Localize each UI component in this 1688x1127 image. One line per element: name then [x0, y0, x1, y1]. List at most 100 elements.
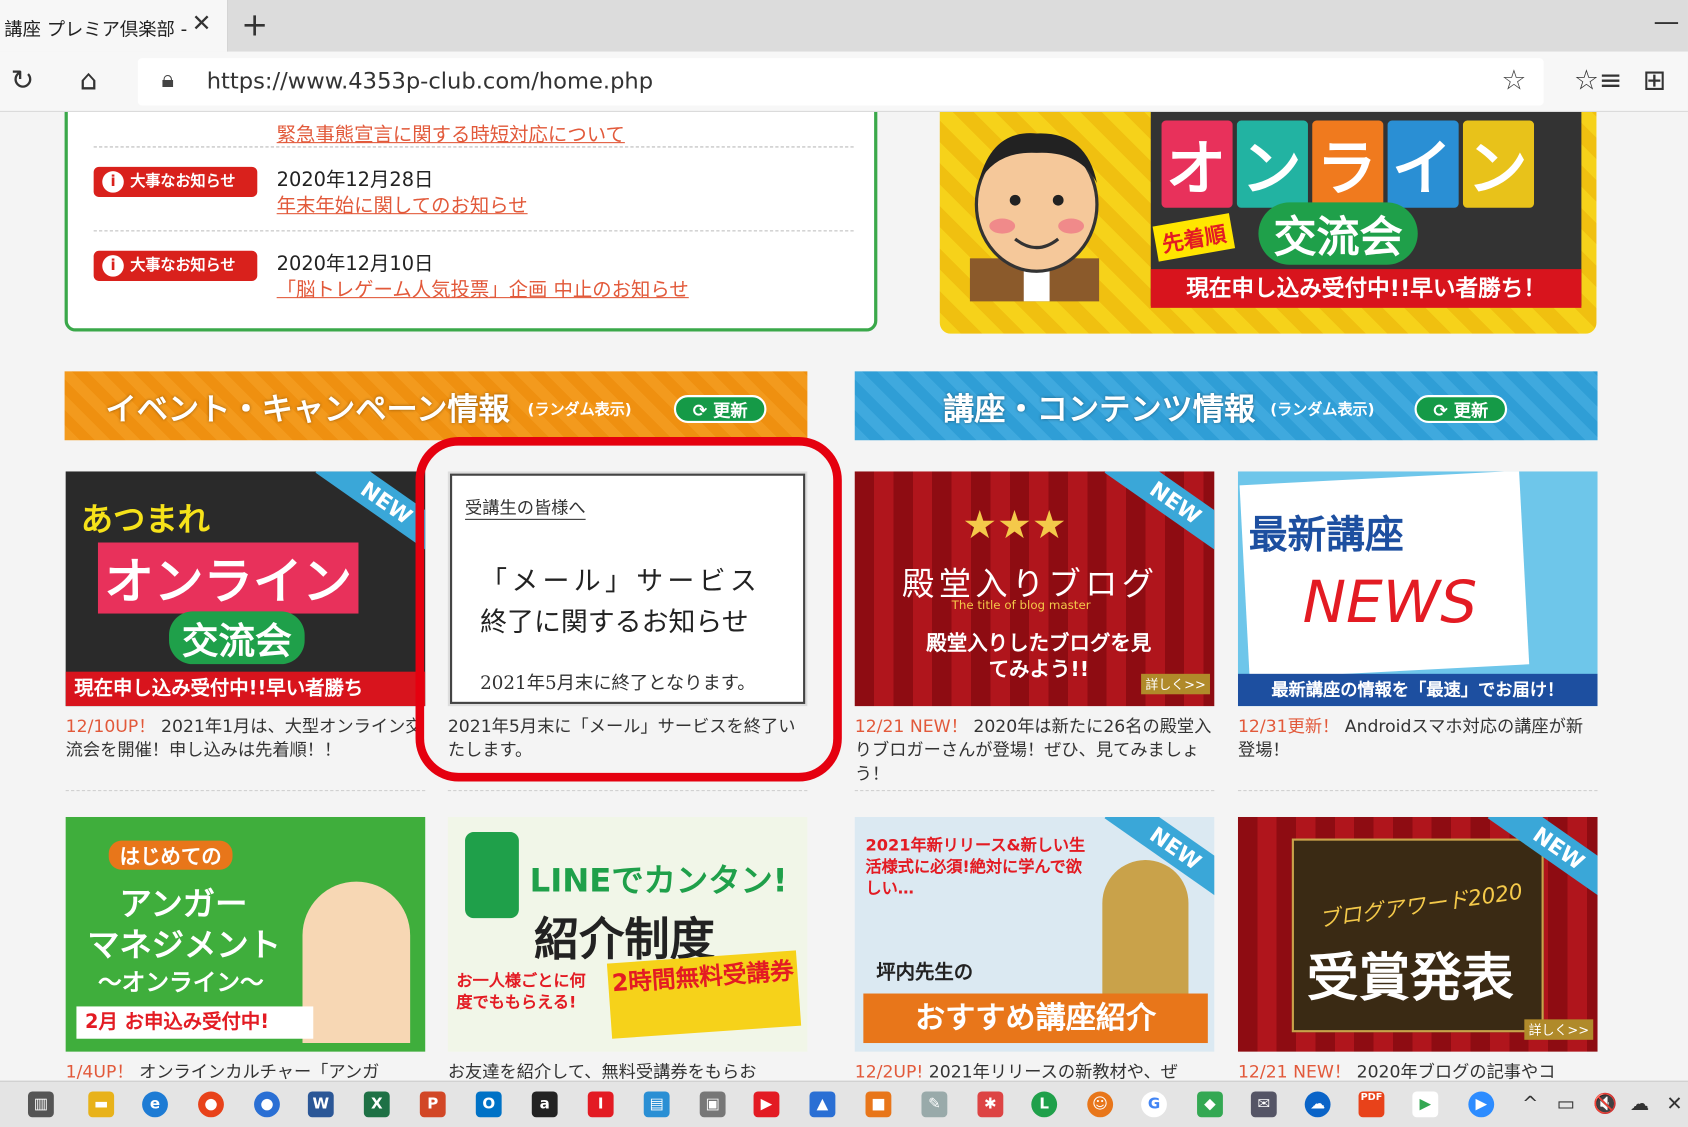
- banner-footer: 現在申し込み受付中!!早い者勝ち！: [1150, 269, 1582, 308]
- close-tab-icon[interactable]: ✕: [192, 11, 212, 38]
- random-label: (ランダム表示): [1270, 401, 1375, 419]
- news-link[interactable]: 緊急事態宣言に関する時短対応について: [277, 119, 625, 147]
- favorites-list-icon[interactable]: ☆≡: [1574, 65, 1623, 97]
- card-description[interactable]: 1/4UP！ オンラインカルチャー「アンガ: [66, 1060, 426, 1080]
- card-description[interactable]: 12/21 NEW！ 2020年ブログの記事やコ: [1238, 1060, 1598, 1080]
- excel-icon[interactable]: X: [363, 1091, 390, 1118]
- tab-bar: 講座 プレミア倶楽部 - ✕ + —: [0, 0, 1688, 52]
- important-badge: i 大事なお知らせ: [93, 250, 258, 281]
- random-label: (ランダム表示): [527, 401, 632, 419]
- pdf-icon[interactable]: PDF: [1358, 1091, 1385, 1118]
- card-description[interactable]: 12/2UP! 2021年リリースの新教材や、ぜ: [855, 1060, 1215, 1080]
- photos-icon[interactable]: ▲: [809, 1091, 836, 1118]
- news-row: i 大事なお知らせ 2020年12月10日 「脳トレゲーム人気投票」企画 中止のお…: [93, 231, 854, 315]
- cloud-icon[interactable]: ☁: [1630, 1093, 1649, 1116]
- news-row: i 大事なお知らせ 2020年12月28日 年末年始に関してのお知らせ: [93, 147, 854, 232]
- tray-expand-icon[interactable]: ^: [1522, 1093, 1538, 1116]
- collections-icon[interactable]: ⊞: [1643, 65, 1666, 97]
- favorite-star-icon[interactable]: ☆: [1501, 65, 1526, 97]
- card-description[interactable]: 12/21 NEW！ 2020年は新たに26名の殿堂入りブロガーさんが登場！ぜひ…: [855, 715, 1215, 786]
- file-explorer-icon[interactable]: ▬: [88, 1091, 115, 1118]
- minimize-icon[interactable]: —: [1654, 6, 1680, 36]
- update-button[interactable]: ⟳ 更新: [673, 395, 767, 424]
- taskbar: ▥ ▬ e ● ● W X P O a I ▤ ▣ ▶ ▲ ■ ✎ ✱ L ☺ …: [0, 1080, 1688, 1127]
- active-tab[interactable]: 講座 プレミア倶楽部 - ✕: [0, 0, 229, 52]
- maps-icon[interactable]: ◆: [1197, 1091, 1223, 1118]
- paint-icon[interactable]: ✎: [921, 1091, 948, 1118]
- events-section-header: イベント・キャンペーン情報 (ランダム表示) ⟳ 更新: [64, 371, 808, 441]
- powerpoint-icon[interactable]: P: [419, 1091, 446, 1118]
- card-line-referral[interactable]: LINEでカンタン! 紹介制度 お一人様ごとに何度でももらえる! 2時間無料受講…: [447, 816, 808, 1081]
- card-blog-award[interactable]: ブログアワード2020 受賞発表 詳しく>> NEW 12/21 NEW！ 20…: [1237, 816, 1598, 1081]
- zoom-icon[interactable]: ▶: [1468, 1091, 1495, 1118]
- card-image[interactable]: はじめての アンガー マネジメント 〜オンライン〜 2月 お申込み受付中!: [65, 816, 426, 1052]
- outlook-icon[interactable]: O: [475, 1091, 502, 1118]
- card-image[interactable]: ブログアワード2020 受賞発表 詳しく>> NEW: [1237, 816, 1598, 1052]
- courses-section-header: 講座・コンテンツ情報 (ランダム表示) ⟳ 更新: [854, 371, 1598, 441]
- card-hall-of-fame-blog[interactable]: ★★★ 殿堂入りブログ The title of blog master 殿堂入…: [854, 471, 1215, 792]
- online-meetup-banner[interactable]: オンライン 交流会 先着順 現在申し込み受付中!!早い者勝ち！: [939, 111, 1597, 334]
- divider: [1237, 790, 1598, 792]
- url-text[interactable]: https://www.4353p-club.com/home.php: [207, 68, 653, 94]
- divider: [447, 790, 808, 792]
- mascot-icon[interactable]: ☺: [1087, 1091, 1114, 1118]
- google-icon[interactable]: G: [1141, 1091, 1167, 1118]
- address-bar[interactable]: 🔒︎ https://www.4353p-club.com/home.php ☆: [137, 58, 1544, 106]
- card-image[interactable]: 最新講座 NEWS 最新講座の情報を「最速」でお届け！: [1237, 471, 1598, 707]
- section-title: 講座・コンテンツ情報: [943, 390, 1256, 428]
- news-link[interactable]: 年末年始に関してのお知らせ: [277, 191, 528, 219]
- divider: [854, 790, 1215, 792]
- card-image[interactable]: 2021年新リリース&新しい生活様式に必須!絶対に学んで欲しい… 坪内先生の お…: [854, 816, 1215, 1052]
- web-page: 緊急事態宣言に関する時短対応について i 大事なお知らせ 2020年12月28日 …: [0, 111, 1688, 1081]
- update-button[interactable]: ⟳ 更新: [1414, 395, 1508, 424]
- line-icon[interactable]: L: [1031, 1091, 1058, 1118]
- news-date: 2020年12月10日: [276, 252, 434, 276]
- play-store-icon[interactable]: ▶: [1412, 1091, 1439, 1118]
- youtube-icon[interactable]: ▶: [753, 1091, 780, 1118]
- task-view-icon[interactable]: ▥: [27, 1091, 54, 1118]
- news-icon[interactable]: ▤: [643, 1091, 670, 1118]
- section-title: イベント・キャンペーン情報: [105, 390, 510, 428]
- news-link[interactable]: 「脳トレゲーム人気投票」企画 中止のお知らせ: [277, 274, 689, 302]
- volume-icon[interactable]: 🔇: [1593, 1093, 1617, 1116]
- iris-icon[interactable]: I: [587, 1091, 614, 1118]
- onedrive-icon[interactable]: ☁: [1304, 1091, 1331, 1118]
- card-description[interactable]: お友達を紹介して、無料受講券をもらお: [448, 1060, 808, 1080]
- tab-title: 講座 プレミア倶楽部 -: [4, 19, 188, 41]
- teacher-illustration: [969, 133, 1100, 302]
- refresh-icon[interactable]: ↻: [11, 65, 34, 97]
- card-recommended-courses[interactable]: 2021年新リリース&新しい生活様式に必須!絶対に学んで欲しい… 坪内先生の お…: [854, 816, 1215, 1081]
- fan-icon[interactable]: ✱: [977, 1091, 1004, 1118]
- banner-panel: オンライン 交流会 先着順 現在申し込み受付中!!早い者勝ち！: [1150, 111, 1582, 308]
- card-image[interactable]: ★★★ 殿堂入りブログ The title of blog master 殿堂入…: [854, 471, 1215, 707]
- word-icon[interactable]: W: [307, 1091, 334, 1118]
- home-icon[interactable]: ⌂: [80, 65, 98, 97]
- news-box: 緊急事態宣言に関する時短対応について i 大事なお知らせ 2020年12月28日 …: [64, 111, 878, 332]
- lock-icon: 🔒︎: [161, 66, 175, 94]
- card-anger-management[interactable]: はじめての アンガー マネジメント 〜オンライン〜 2月 お申込み受付中! 1/…: [65, 816, 426, 1081]
- first-come-label: 先着順: [1152, 213, 1236, 262]
- notification-icon[interactable]: ✕: [1666, 1093, 1682, 1116]
- card-description[interactable]: 12/31更新！ Androidスマホ対応の講座が新登場！: [1238, 715, 1598, 762]
- browser-toolbar: ↻ ⌂ 🔒︎ https://www.4353p-club.com/home.p…: [0, 51, 1688, 112]
- card-description[interactable]: 12/10UP！ 2021年1月は、大型オンライン交流会を開催！申し込みは先着順…: [66, 715, 426, 762]
- new-tab-icon[interactable]: +: [241, 6, 268, 44]
- mail-tray-icon[interactable]: ✉: [1250, 1091, 1277, 1118]
- amazon-icon[interactable]: a: [531, 1091, 558, 1118]
- card-image[interactable]: あつまれ オンライン 交流会 現在申し込み受付中!!早い者勝ち NEW: [65, 471, 426, 707]
- computer-icon[interactable]: ▣: [699, 1091, 726, 1118]
- divider: [65, 790, 426, 792]
- info-icon: i: [102, 255, 124, 277]
- card-online-meetup[interactable]: あつまれ オンライン 交流会 現在申し込み受付中!!早い者勝ち NEW 12/1…: [65, 471, 426, 792]
- battery-icon[interactable]: ▭: [1557, 1093, 1575, 1116]
- banner-title: オンライン: [1161, 120, 1539, 208]
- paint3d-icon[interactable]: ■: [865, 1091, 892, 1118]
- card-latest-courses[interactable]: 最新講座 NEWS 最新講座の情報を「最速」でお届け！ 12/31更新！ And…: [1237, 471, 1598, 792]
- chrome-icon[interactable]: ●: [198, 1091, 224, 1118]
- browser-window: 講座 プレミア倶楽部 - ✕ + — ↻ ⌂ 🔒︎ https://www.43…: [0, 0, 1688, 1127]
- edge-icon[interactable]: e: [142, 1091, 168, 1118]
- card-image[interactable]: LINEでカンタン! 紹介制度 お一人様ごとに何度でももらえる! 2時間無料受講…: [447, 816, 808, 1052]
- people-icon[interactable]: ●: [254, 1091, 280, 1118]
- news-row: 緊急事態宣言に関する時短対応について: [93, 112, 854, 148]
- new-badge: NEW: [1104, 471, 1215, 560]
